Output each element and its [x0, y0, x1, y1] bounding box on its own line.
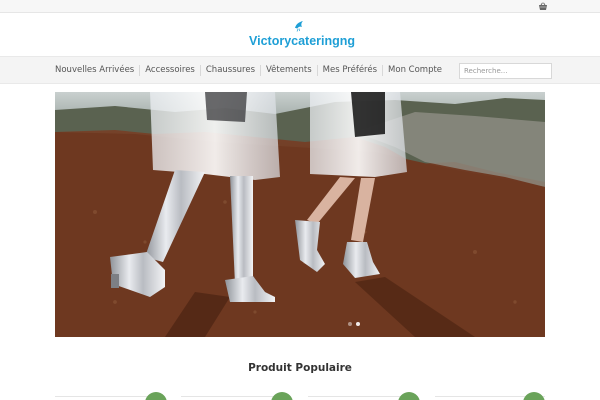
site-logo[interactable]: Victorycateringng: [249, 19, 359, 49]
product-card[interactable]: [181, 392, 293, 400]
slider-dot[interactable]: [348, 322, 352, 326]
bird-icon: [295, 21, 303, 32]
product-card[interactable]: [308, 392, 420, 400]
search-input[interactable]: [459, 63, 552, 79]
product-badge: [271, 392, 293, 400]
slider-dot-active[interactable]: [356, 322, 360, 326]
hero-slider[interactable]: [55, 92, 545, 337]
hero-image: [55, 92, 545, 337]
product-card[interactable]: [55, 392, 167, 400]
main-navigation: Nouvelles Arrivées Accessoires Chaussure…: [0, 56, 600, 84]
top-utility-bar: [0, 0, 600, 13]
product-grid: [55, 392, 545, 400]
product-card[interactable]: [435, 392, 545, 400]
site-header: Victorycateringng: [0, 13, 600, 56]
product-badge: [523, 392, 545, 400]
section-title: Produit Populaire: [248, 362, 352, 374]
product-badge: [398, 392, 420, 400]
nav-item-nouvelles-arrivees[interactable]: Nouvelles Arrivées: [55, 65, 139, 76]
logo-text: Victorycateringng: [249, 34, 356, 48]
nav-item-vetements[interactable]: Vêtements: [260, 65, 317, 76]
shopping-basket-icon[interactable]: [538, 2, 548, 11]
nav-list: Nouvelles Arrivées Accessoires Chaussure…: [55, 65, 447, 76]
nav-item-mes-preferes[interactable]: Mes Préférés: [316, 65, 382, 76]
slider-dots: [348, 322, 360, 326]
nav-item-chaussures[interactable]: Chaussures: [199, 65, 260, 76]
nav-item-accessoires[interactable]: Accessoires: [139, 65, 200, 76]
nav-item-mon-compte[interactable]: Mon Compte: [382, 65, 447, 76]
product-badge: [145, 392, 167, 400]
